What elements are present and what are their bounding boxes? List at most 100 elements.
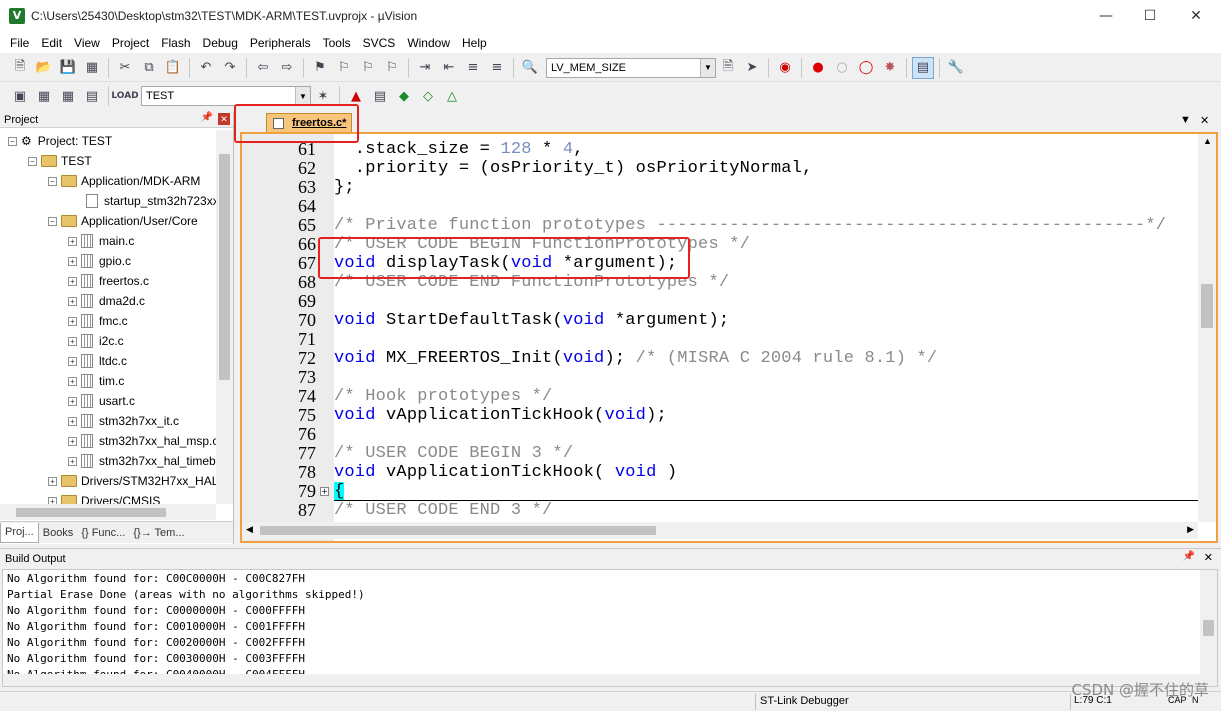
uncomment-icon[interactable]: ≡ (486, 57, 508, 79)
clear-bookmarks-icon[interactable]: ⚐ (381, 57, 403, 79)
find-icon[interactable]: 🗎 (717, 57, 739, 79)
menu-window[interactable]: Window (401, 36, 456, 50)
output-hscrollbar[interactable] (3, 674, 1201, 686)
minimize-icon[interactable]: — (1083, 0, 1129, 32)
run-time-environment-icon[interactable]: △ (441, 85, 463, 107)
scroll-thumb[interactable] (260, 526, 656, 535)
expand-icon[interactable]: + (48, 496, 57, 504)
tree-file[interactable]: + gpio.c (68, 251, 131, 271)
scroll-right-icon[interactable]: ▶ (1187, 524, 1194, 535)
batch-build-icon[interactable]: ▤ (81, 85, 103, 107)
paste-icon[interactable]: 📋 (162, 57, 184, 79)
project-scrollbar[interactable] (216, 130, 233, 504)
open-folder-icon[interactable]: 📂 (33, 57, 55, 79)
expand-icon[interactable]: + (68, 316, 77, 326)
indent-icon[interactable]: ⇥ (414, 57, 436, 79)
select-packs-icon[interactable]: ◆ (393, 85, 415, 107)
scroll-thumb[interactable] (219, 154, 230, 380)
expand-icon[interactable]: + (68, 296, 77, 306)
close-panel-icon[interactable]: ✕ (218, 113, 230, 125)
tree-root[interactable]: − ⚙ Project: TEST (8, 131, 112, 151)
disable-breakpoint-icon[interactable]: ○ (831, 57, 853, 79)
expand-icon[interactable]: + (68, 276, 77, 286)
translate-icon[interactable]: ▣ (9, 85, 31, 107)
configure-icon[interactable]: 🔧 (945, 57, 967, 79)
find-in-files-icon[interactable]: 🔍 (519, 57, 541, 79)
redo-icon[interactable]: ↷ (219, 57, 241, 79)
tab-project[interactable]: Proj... (0, 522, 39, 543)
tree-file[interactable]: + freertos.c (68, 271, 149, 291)
expand-icon[interactable]: + (68, 376, 77, 386)
menu-debug[interactable]: Debug (197, 36, 244, 50)
collapse-icon[interactable]: − (28, 156, 37, 166)
build-icon[interactable]: ▦ (33, 85, 55, 107)
menu-peripherals[interactable]: Peripherals (244, 36, 317, 50)
nav-forward-icon[interactable]: ⇨ (276, 57, 298, 79)
expand-icon[interactable]: + (68, 396, 77, 406)
save-icon[interactable]: 💾 (57, 57, 79, 79)
scroll-up-icon[interactable]: ▲ (1203, 136, 1212, 146)
tree-target[interactable]: − TEST (28, 151, 92, 171)
collapse-icon[interactable]: − (48, 176, 57, 186)
tree-file[interactable]: + usart.c (68, 391, 135, 411)
debug-session-icon[interactable]: ◉ (774, 57, 796, 79)
chevron-down-icon[interactable]: ▼ (295, 87, 310, 105)
tree-file[interactable]: + i2c.c (68, 331, 124, 351)
menu-view[interactable]: View (68, 36, 106, 50)
download-load-icon[interactable]: LOAD (111, 85, 138, 107)
pin-icon[interactable]: 📌 (1183, 551, 1195, 562)
expand-icon[interactable]: + (68, 236, 77, 246)
tree-file[interactable]: + tim.c (68, 371, 124, 391)
tree-group[interactable]: − Application/User/Core (48, 211, 198, 231)
menu-help[interactable]: Help (456, 36, 493, 50)
find-combo[interactable]: LV_MEM_SIZE ▼ (546, 57, 716, 78)
tree-file[interactable]: + stm32h7xx_hal_timebase_tim.c (68, 451, 216, 471)
tab-list-icon[interactable]: ▼ (1180, 114, 1191, 126)
menu-edit[interactable]: Edit (35, 36, 68, 50)
cut-icon[interactable]: ✂ (114, 57, 136, 79)
breakpoint-icon[interactable]: ● (807, 57, 829, 79)
tab-templates[interactable]: {}→ Tem... (129, 523, 188, 543)
pin-icon[interactable]: 📌 (201, 112, 213, 123)
project-hscrollbar[interactable] (0, 504, 216, 520)
comment-icon[interactable]: ≡ (462, 57, 484, 79)
expand-icon[interactable]: + (68, 416, 77, 426)
scroll-left-icon[interactable]: ◀ (246, 524, 253, 535)
rebuild-icon[interactable]: ▦ (57, 85, 79, 107)
code-editor[interactable]: 61 .stack_size = 128 * 4, 62 .priority =… (240, 132, 1218, 543)
menu-tools[interactable]: Tools (317, 36, 357, 50)
editor-hscrollbar[interactable]: ◀ ▶ (242, 522, 1198, 539)
collapse-icon[interactable]: − (8, 136, 17, 146)
build-output[interactable]: No Algorithm found for: C00C0000H - C00C… (2, 569, 1218, 687)
expand-icon[interactable]: + (68, 356, 77, 366)
pack-installer-icon[interactable]: ◇ (417, 85, 439, 107)
expand-icon[interactable]: + (68, 256, 77, 266)
editor-scrollbar[interactable]: ▲ (1198, 134, 1216, 522)
maximize-icon[interactable]: ☐ (1127, 0, 1173, 32)
prev-bookmark-icon[interactable]: ⚐ (333, 57, 355, 79)
close-panel-icon[interactable]: ✕ (1204, 551, 1213, 564)
scroll-thumb[interactable] (1201, 284, 1213, 328)
tree-file[interactable]: + stm32h7xx_it.c (68, 411, 179, 431)
menu-file[interactable]: File (4, 36, 35, 50)
tree-file[interactable]: + stm32h7xx_hal_msp.c (68, 431, 216, 451)
scroll-thumb[interactable] (16, 508, 166, 517)
tree-group[interactable]: + Drivers/CMSIS (48, 491, 160, 504)
code-view[interactable]: 61 .stack_size = 128 * 4, 62 .priority =… (242, 134, 1198, 522)
nav-back-icon[interactable]: ⇦ (252, 57, 274, 79)
scroll-thumb[interactable] (1203, 620, 1214, 636)
tab-books[interactable]: Books (39, 523, 78, 543)
next-bookmark-icon[interactable]: ⚐ (357, 57, 379, 79)
expand-icon[interactable]: + (48, 476, 57, 486)
tree-file[interactable]: + fmc.c (68, 311, 128, 331)
undo-icon[interactable]: ↶ (195, 57, 217, 79)
close-icon[interactable]: ✕ (1173, 0, 1219, 32)
tree-group[interactable]: + Drivers/STM32H7xx_HAL_Driver (48, 471, 216, 491)
unindent-icon[interactable]: ⇤ (438, 57, 460, 79)
disable-all-breakpoints-icon[interactable]: ◯ (855, 57, 877, 79)
tree-file[interactable]: + main.c (68, 231, 134, 251)
new-file-icon[interactable]: 🗎 (9, 57, 31, 79)
tree-file[interactable]: + ltdc.c (68, 351, 127, 371)
menu-project[interactable]: Project (106, 36, 155, 50)
tree-file[interactable]: startup_stm32h723xx.s (86, 191, 216, 211)
